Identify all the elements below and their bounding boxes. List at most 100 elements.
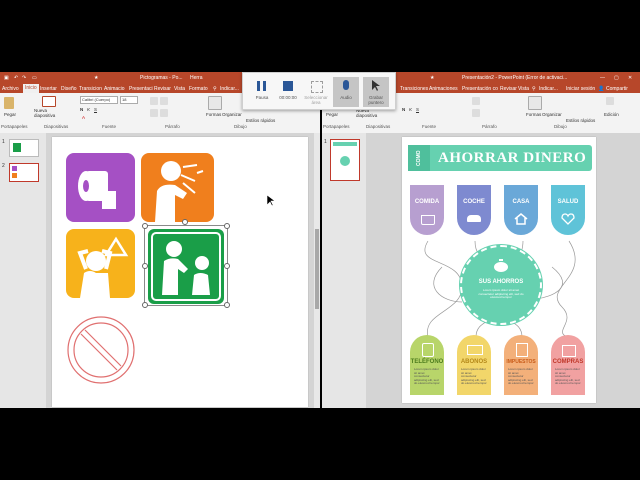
- savings-circle[interactable]: SUS AHORROS Lorem ipsum dolor sit amet c…: [460, 245, 542, 325]
- editing-button[interactable]: Edición: [604, 112, 619, 117]
- right-italic-button[interactable]: K: [409, 107, 412, 112]
- font-size-select[interactable]: 18: [120, 96, 138, 104]
- resize-handle-br[interactable]: [224, 302, 230, 308]
- sign-in-link[interactable]: Iniciar sesión: [566, 86, 595, 92]
- font-color-button[interactable]: A: [82, 115, 85, 120]
- right-underline-button[interactable]: S: [416, 107, 419, 112]
- maximize-icon[interactable]: ▢: [614, 75, 619, 81]
- right-bold-button[interactable]: N: [402, 107, 405, 112]
- tell-me-icon-r[interactable]: ⚲: [532, 86, 536, 92]
- resize-handle-bl[interactable]: [142, 302, 148, 308]
- r-group-label-paragraph: Párrafo: [482, 124, 497, 129]
- tab-diseno[interactable]: Diseño: [61, 86, 77, 92]
- shapes-icon[interactable]: [208, 96, 222, 110]
- tab-insertar[interactable]: Insertar: [40, 86, 57, 92]
- slide-thumbnail-2[interactable]: [9, 163, 39, 182]
- tab-vista[interactable]: Vista: [174, 86, 185, 92]
- category-card-impuestos[interactable]: IMPUESTOS Lorem ipsum dolor sit amet con…: [504, 335, 538, 395]
- resize-handle-mr[interactable]: [224, 263, 230, 269]
- category-card-casa[interactable]: CASA: [504, 185, 538, 235]
- share-icon[interactable]: 👤: [598, 86, 604, 92]
- infographic-slide[interactable]: COMO AHORRAR DINERO COMIDA COCHE CASA SA…: [402, 137, 596, 403]
- redo-icon[interactable]: ↷: [22, 75, 26, 81]
- prohibited-sign-icon[interactable]: [64, 313, 138, 387]
- tab-revisar[interactable]: Revisar: [154, 86, 171, 92]
- right-thumb-center: [340, 156, 350, 166]
- slide-thumbnail-1[interactable]: [9, 139, 39, 157]
- category-card-telefono[interactable]: TELÉFONO Lorem ipsum dolor sit amet cons…: [410, 335, 444, 395]
- paste-icon[interactable]: [4, 97, 14, 109]
- mouse-pointer-icon: [267, 195, 275, 207]
- pause-button[interactable]: Pausa: [249, 77, 275, 107]
- tab-vista-r[interactable]: Vista: [518, 86, 529, 92]
- align-center-icon[interactable]: [160, 109, 168, 117]
- stop-button[interactable]: 00:00:00: [275, 77, 301, 107]
- vertical-scrollbar[interactable]: [314, 133, 320, 408]
- right-quick-styles-button[interactable]: Estilos rápidos: [566, 118, 595, 123]
- right-arrange-button[interactable]: Organizar: [542, 112, 562, 117]
- star-icon[interactable]: ★: [94, 75, 98, 81]
- tab-presentacion-r[interactable]: Presentación co: [462, 86, 498, 92]
- category-card-comida[interactable]: COMIDA: [410, 185, 444, 235]
- undo-icon[interactable]: ↶: [14, 75, 18, 81]
- underline-button[interactable]: S: [94, 107, 97, 112]
- share-button[interactable]: Compartir: [606, 86, 628, 92]
- selection-frame[interactable]: [144, 225, 228, 306]
- right-bullets-icon[interactable]: [472, 97, 480, 105]
- tab-inicio[interactable]: Inicio: [23, 84, 39, 93]
- tab-animaciones-r[interactable]: Animaciones: [429, 86, 458, 92]
- tab-transiciones-r[interactable]: Transiciones: [400, 86, 428, 92]
- paste-button[interactable]: Pegar: [4, 112, 16, 117]
- right-paste-button[interactable]: Pegar: [326, 112, 338, 117]
- r-group-label-font: Fuente: [422, 124, 437, 129]
- tab-transiciones[interactable]: Transicion: [79, 86, 102, 92]
- category-card-abonos[interactable]: ABONOS Lorem ipsum dolor sit amet consec…: [457, 335, 491, 395]
- headache-pictogram[interactable]: [66, 229, 135, 298]
- category-card-salud[interactable]: SALUD: [551, 185, 585, 235]
- right-slide-thumbnail-1[interactable]: [330, 139, 360, 181]
- record-pointer-button[interactable]: Grabar puntero: [363, 77, 389, 107]
- save-icon[interactable]: ▣: [4, 75, 9, 81]
- toilet-paper-pictogram[interactable]: [66, 153, 135, 222]
- start-presentation-icon[interactable]: ▭: [32, 75, 37, 81]
- bullets-icon[interactable]: [150, 97, 158, 105]
- select-area-button[interactable]: Seleccionar área: [303, 77, 329, 107]
- quick-styles-button[interactable]: Estilos rápidos: [246, 118, 275, 123]
- right-shapes-button[interactable]: Formas: [526, 112, 541, 117]
- resize-handle-ml[interactable]: [142, 263, 148, 269]
- tab-indicar-r[interactable]: Indicar...: [539, 86, 558, 92]
- right-shapes-icon[interactable]: [528, 96, 542, 110]
- tab-revisar-r[interactable]: Revisar: [500, 86, 517, 92]
- new-slide-icon[interactable]: [42, 96, 56, 107]
- slide-canvas[interactable]: [52, 137, 308, 407]
- tab-indicar[interactable]: Indicar...: [220, 86, 239, 92]
- tab-formato[interactable]: Formato: [189, 86, 208, 92]
- font-name-select[interactable]: Calibri (Cuerpo): [80, 96, 118, 104]
- right-star-icon[interactable]: ★: [430, 75, 434, 81]
- rotate-handle[interactable]: [182, 219, 188, 225]
- category-card-coche[interactable]: COCHE: [457, 185, 491, 235]
- right-align-icon[interactable]: [472, 109, 480, 117]
- category-card-compras[interactable]: COMPRAS Lorem ipsum dolor sit amet conse…: [551, 335, 585, 395]
- resize-handle-tl[interactable]: [142, 223, 148, 229]
- arrange-button[interactable]: Organizar: [222, 112, 242, 117]
- resize-handle-tr[interactable]: [224, 223, 230, 229]
- minimize-icon[interactable]: —: [600, 75, 605, 81]
- close-icon[interactable]: ✕: [628, 75, 632, 81]
- numbering-icon[interactable]: [160, 97, 168, 105]
- new-slide-button[interactable]: Nueva diapositiva: [34, 108, 62, 118]
- tab-archivo[interactable]: Archivo: [2, 86, 19, 92]
- tell-me-icon[interactable]: ⚲: [213, 86, 217, 92]
- shapes-button[interactable]: Formas: [206, 112, 221, 117]
- scrollbar-thumb[interactable]: [315, 229, 319, 309]
- italic-button[interactable]: K: [87, 107, 90, 112]
- bold-button[interactable]: N: [80, 107, 83, 112]
- tab-animaciones[interactable]: Animacio: [104, 86, 125, 92]
- align-left-icon[interactable]: [150, 109, 158, 117]
- audio-button[interactable]: Audio: [333, 77, 359, 107]
- tab-presentacion[interactable]: Presentaci: [129, 86, 153, 92]
- right-powerpoint-window: ★ Presentación2 - PowerPoint (Error de a…: [322, 72, 640, 408]
- editing-icon[interactable]: [606, 97, 614, 105]
- savings-text: Lorem ipsum dolor sit amet consectetur a…: [478, 288, 524, 300]
- cough-pictogram[interactable]: [141, 153, 214, 222]
